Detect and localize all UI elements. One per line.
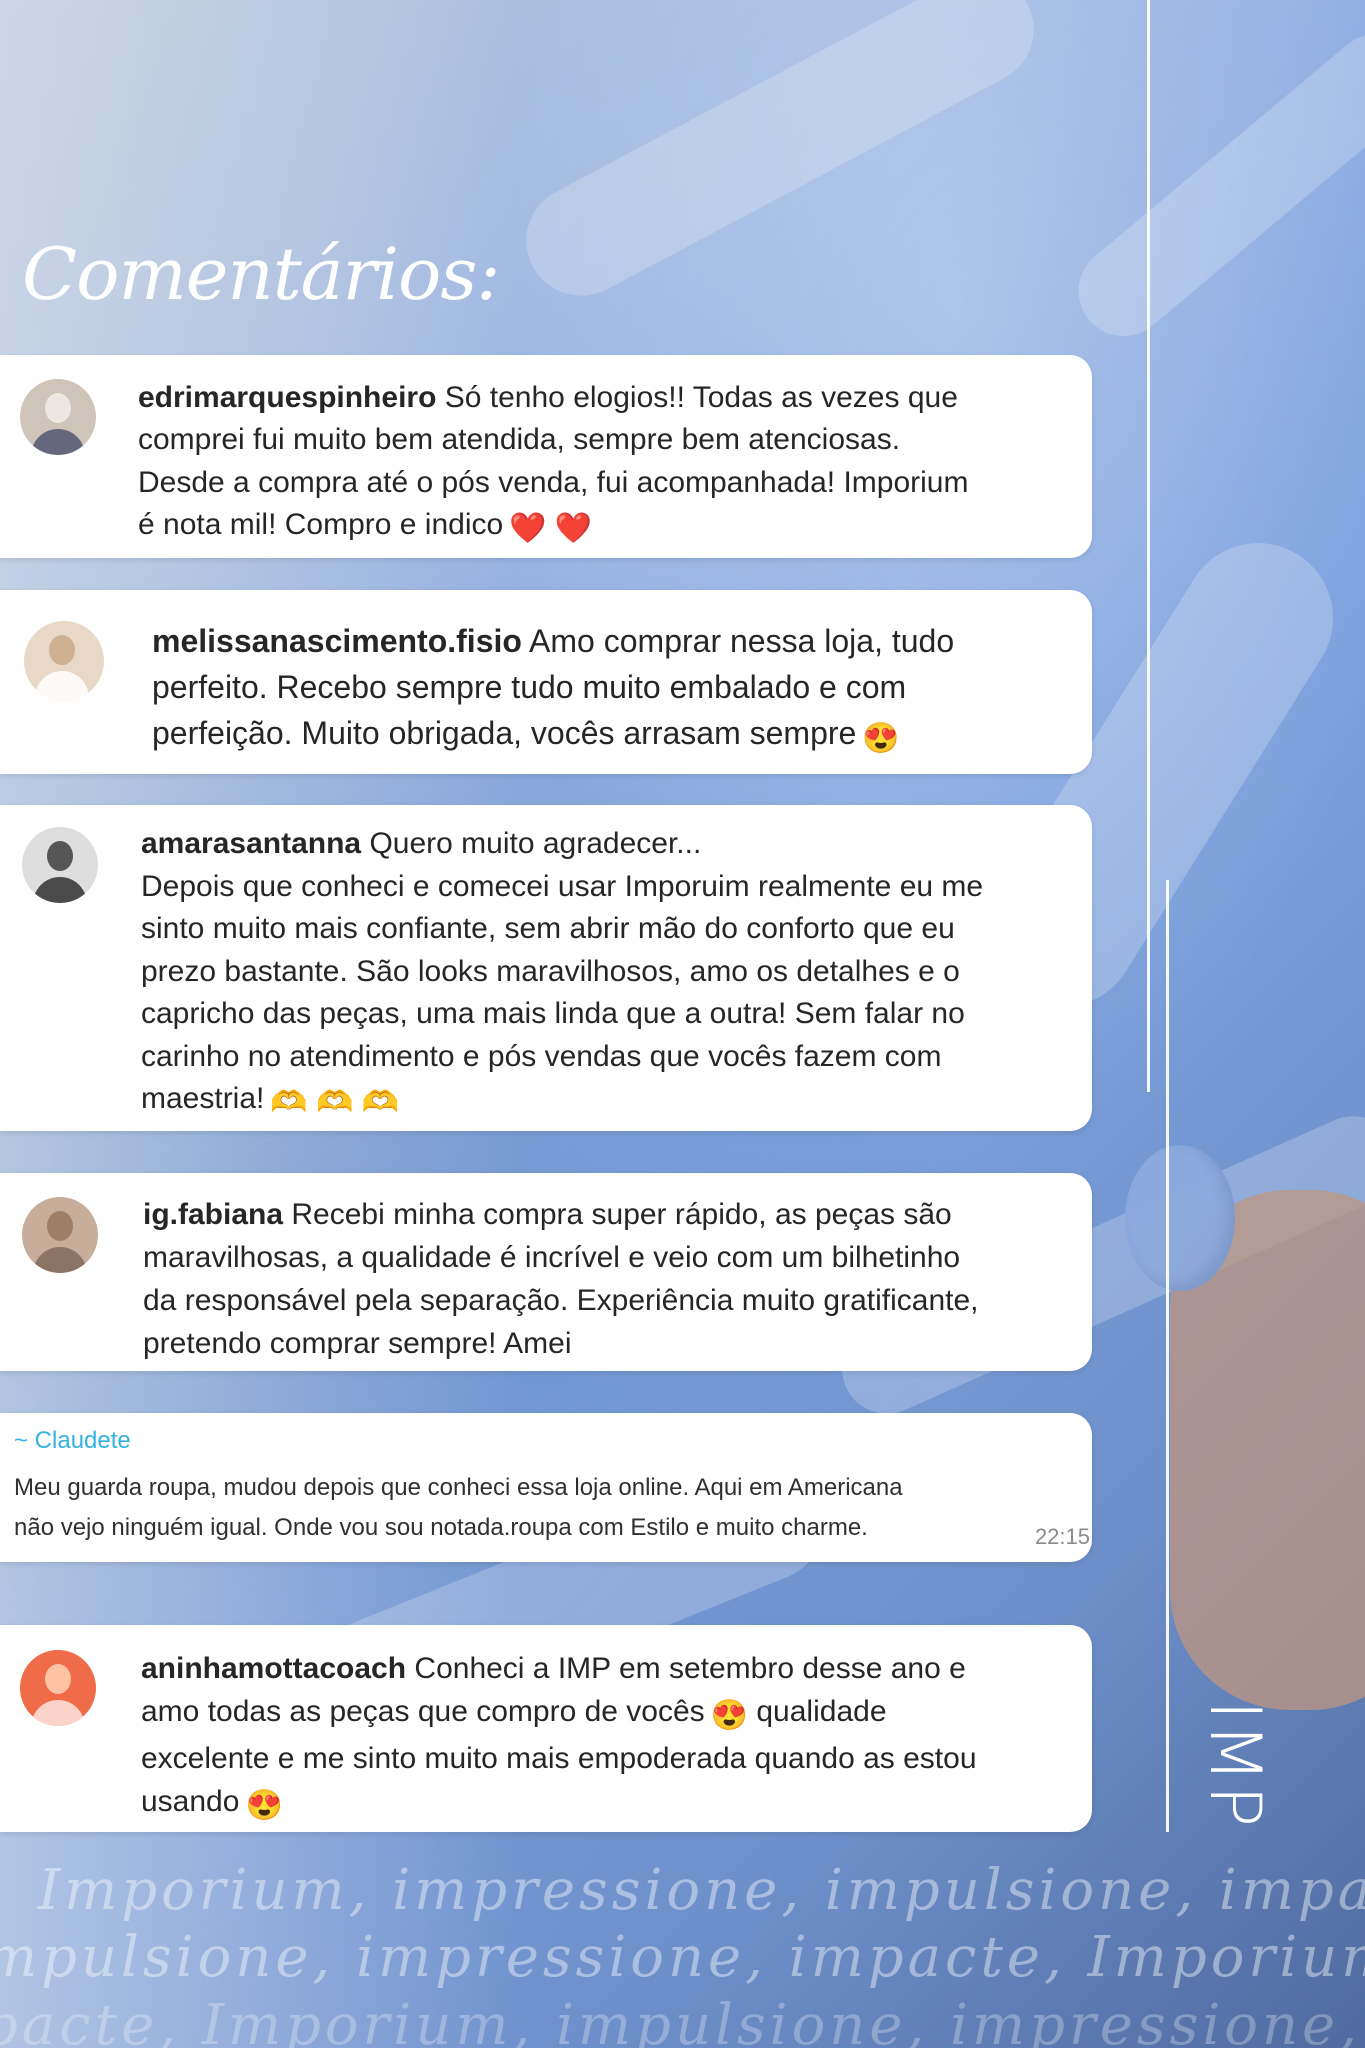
fabric-print-stripe bbox=[1060, 15, 1365, 355]
heart-eyes-emoji-icon: 😍 bbox=[862, 722, 900, 755]
comment-text: edrimarquespinheiro Só tenho elogios!! T… bbox=[138, 377, 968, 551]
comment-card: ig.fabiana Recebi minha compra super ráp… bbox=[0, 1173, 1092, 1371]
avatar bbox=[20, 1650, 96, 1726]
comment-text: melissanascimento.fisio Amo comprar ness… bbox=[152, 618, 954, 762]
decorative-vertical-line bbox=[1166, 880, 1169, 1832]
slogan-line: pacte, Imporium, impulsione, impressione… bbox=[0, 1993, 1365, 2048]
instagram-story-canvas: Comentários: edrimarquespinheiro Só tenh… bbox=[0, 0, 1365, 2048]
comment-username[interactable]: amarasantanna bbox=[141, 827, 361, 860]
comment-card: amarasantanna Quero muito agradecer... D… bbox=[0, 805, 1092, 1131]
comment-text: amarasantanna Quero muito agradecer... D… bbox=[141, 823, 983, 1125]
comment-username[interactable]: melissanascimento.fisio bbox=[152, 623, 522, 659]
avatar bbox=[24, 621, 104, 701]
heart-eyes-emoji-icon: 😍 bbox=[245, 1789, 283, 1822]
decorative-vertical-line bbox=[1147, 0, 1150, 1092]
comment-username[interactable]: ig.fabiana bbox=[143, 1198, 283, 1231]
imp-brand-logo: IMP bbox=[1194, 1700, 1276, 1830]
comment-card: edrimarquespinheiro Só tenho elogios!! T… bbox=[0, 355, 1092, 558]
heart-eyes-emoji-icon: 😍 bbox=[710, 1699, 749, 1732]
comment-username[interactable]: edrimarquespinheiro bbox=[138, 381, 436, 414]
whatsapp-message-card: ~ Claudete Meu guarda roupa, mudou depoi… bbox=[0, 1413, 1092, 1562]
slogan-line: Imporium, impressione, impulsione, impac… bbox=[38, 1858, 1365, 1923]
comment-card: aninhamottacoach Conheci a IMP em setemb… bbox=[0, 1625, 1092, 1832]
message-text: Meu guarda roupa, mudou depois que conhe… bbox=[14, 1474, 903, 1541]
message-timestamp: 22:15 bbox=[1034, 1524, 1090, 1549]
comment-username[interactable]: aninhamottacoach bbox=[141, 1652, 406, 1685]
comment-text: ig.fabiana Recebi minha compra super ráp… bbox=[143, 1198, 979, 1360]
avatar bbox=[22, 1197, 98, 1273]
garment-button bbox=[1125, 1145, 1235, 1291]
heart-emoji-icon: ❤️ ❤️ bbox=[509, 512, 593, 546]
avatar bbox=[22, 827, 98, 903]
fabric-print-stripe bbox=[506, 0, 1054, 316]
comment-text: aninhamottacoach Conheci a IMP em setemb… bbox=[141, 1647, 977, 1827]
comments-heading: Comentários: bbox=[22, 232, 501, 316]
comment-card: melissanascimento.fisio Amo comprar ness… bbox=[0, 590, 1092, 774]
message-sender: ~ Claudete bbox=[14, 1427, 131, 1454]
heart-hands-emoji-icon: 🫶 🫶 🫶 bbox=[270, 1086, 400, 1119]
slogan-line: mpulsione, impressione, impacte, Imporiu… bbox=[0, 1925, 1365, 1990]
avatar bbox=[20, 379, 96, 455]
